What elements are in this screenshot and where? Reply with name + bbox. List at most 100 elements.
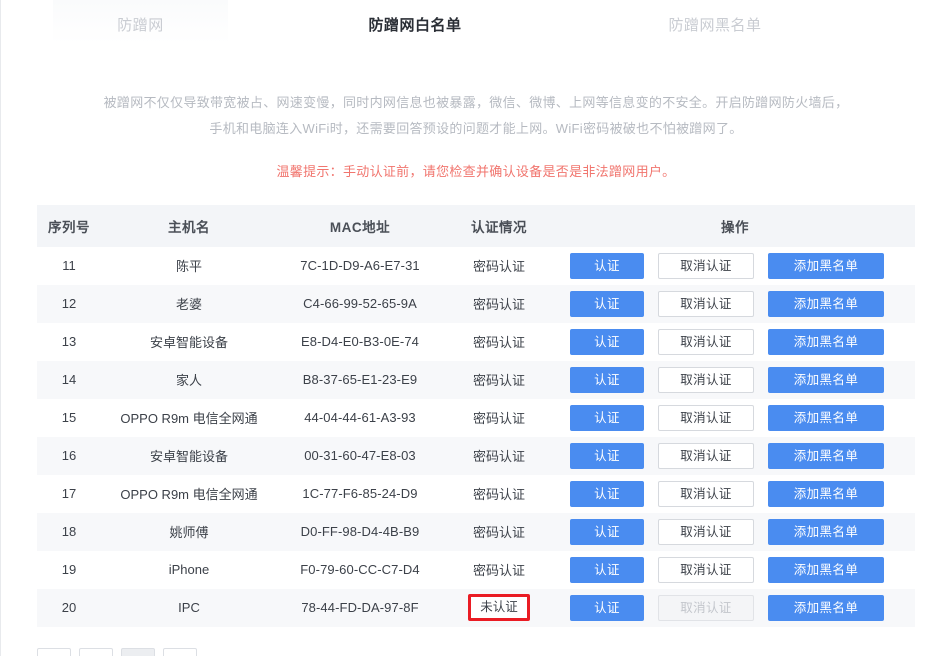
cell-index: 13 xyxy=(37,322,101,361)
table-row: 12 老婆 C4-66-99-52-65-9A 密码认证 认证 取消认证 添加黑名单 xyxy=(37,284,915,323)
table-row: 14 家人 B8-37-65-E1-23-E9 密码认证 认证 取消认证 添加黑名单 xyxy=(37,360,915,399)
tab-blacklist[interactable]: 防蹭网黑名单 xyxy=(615,0,815,33)
cell-mac-address: E8-D4-E0-B3-0E-74 xyxy=(277,322,443,361)
cell-index: 14 xyxy=(37,360,101,399)
tab-label: 防蹭网黑名单 xyxy=(668,17,762,34)
cell-auth-status: 密码认证 xyxy=(443,550,555,589)
cell-hostname: IPC xyxy=(101,588,277,627)
cell-auth-status: 密码认证 xyxy=(443,512,555,551)
operation-buttons: 认证 取消认证 添加黑名单 xyxy=(556,252,914,279)
authenticate-button[interactable]: 认证 xyxy=(570,594,644,621)
cancel-authentication-button[interactable]: 取消认证 xyxy=(658,518,754,545)
pagination-page-2[interactable] xyxy=(121,648,155,656)
add-to-blacklist-button[interactable]: 添加黑名单 xyxy=(768,290,884,317)
cell-operations: 认证 取消认证 添加黑名单 xyxy=(555,284,915,323)
cancel-authentication-button[interactable]: 取消认证 xyxy=(658,252,754,279)
cell-index: 11 xyxy=(37,246,101,285)
cell-hostname: 安卓智能设备 xyxy=(101,436,277,475)
add-to-blacklist-button[interactable]: 添加黑名单 xyxy=(768,518,884,545)
cell-hostname: 姚师傅 xyxy=(101,512,277,551)
cancel-authentication-button[interactable]: 取消认证 xyxy=(658,442,754,469)
authenticate-button[interactable]: 认证 xyxy=(570,442,644,469)
cell-operations: 认证 取消认证 添加黑名单 xyxy=(555,474,915,513)
cancel-authentication-button[interactable]: 取消认证 xyxy=(658,366,754,393)
cell-operations: 认证 取消认证 添加黑名单 xyxy=(555,360,915,399)
tab-bar: 防蹭网 防蹭网白名单 防蹭网黑名单 xyxy=(1,0,951,52)
table-header-row: 序列号 主机名 MAC地址 认证情况 操作 xyxy=(37,204,915,247)
authenticate-button[interactable]: 认证 xyxy=(570,290,644,317)
column-header-mac: MAC地址 xyxy=(277,204,443,247)
pagination-prev[interactable] xyxy=(37,648,71,656)
tab-anti-freeloading[interactable]: 防蹭网 xyxy=(53,0,228,44)
pagination-page-1[interactable] xyxy=(79,648,113,656)
pagination[interactable] xyxy=(37,648,197,656)
add-to-blacklist-button[interactable]: 添加黑名单 xyxy=(768,594,884,621)
add-to-blacklist-button[interactable]: 添加黑名单 xyxy=(768,442,884,469)
cancel-authentication-button[interactable]: 取消认证 xyxy=(658,556,754,583)
status-badge-unauthenticated: 未认证 xyxy=(468,594,530,622)
cancel-authentication-button[interactable]: 取消认证 xyxy=(658,404,754,431)
intro-section: 被蹭网不仅仅导致带宽被占、网速变慢，同时内网信息也被暴露，微信、微博、上网等信息… xyxy=(1,90,951,183)
operation-buttons: 认证 取消认证 添加黑名单 xyxy=(556,594,914,621)
add-to-blacklist-button[interactable]: 添加黑名单 xyxy=(768,366,884,393)
device-table: 序列号 主机名 MAC地址 认证情况 操作 11 陈平 7C-1D-D9-A6-E7… xyxy=(37,204,915,627)
add-to-blacklist-button[interactable]: 添加黑名单 xyxy=(768,252,884,279)
add-to-blacklist-button[interactable]: 添加黑名单 xyxy=(768,328,884,355)
cell-auth-status: 密码认证 xyxy=(443,284,555,323)
table-row: 17 OPPO R9m 电信全网通 1C-77-F6-85-24-D9 密码认证 认证取… xyxy=(37,474,915,513)
cancel-authentication-button[interactable]: 取消认证 xyxy=(658,480,754,507)
cell-mac-address: 44-04-44-61-A3-93 xyxy=(277,398,443,437)
tab-label: 防蹭网白名单 xyxy=(368,17,462,34)
operation-buttons: 认证 取消认证 添加黑名单 xyxy=(556,366,914,393)
cell-hostname: 家人 xyxy=(101,360,277,399)
column-header-auth: 认证情况 xyxy=(443,204,555,247)
cell-hostname: OPPO R9m 电信全网通 xyxy=(101,398,277,437)
authenticate-button[interactable]: 认证 xyxy=(570,366,644,393)
authenticate-button[interactable]: 认证 xyxy=(570,556,644,583)
table-row: 16 安卓智能设备 00-31-60-47-E8-03 密码认证 认证 取消认证 添加黑名单 xyxy=(37,436,915,475)
add-to-blacklist-button[interactable]: 添加黑名单 xyxy=(768,556,884,583)
authenticate-button[interactable]: 认证 xyxy=(570,328,644,355)
tab-whitelist[interactable]: 防蹭网白名单 xyxy=(320,0,510,33)
table-row: 15 OPPO R9m 电信全网通 44-04-44-61-A3-93 密码认证 认证取… xyxy=(37,398,915,437)
cancel-authentication-button[interactable]: 取消认证 xyxy=(658,328,754,355)
cell-mac-address: C4-66-99-52-65-9A xyxy=(277,284,443,323)
cell-hostname: 老婆 xyxy=(101,284,277,323)
operation-buttons: 认证 取消认证 添加黑名单 xyxy=(556,404,914,431)
table-row: 13 安卓智能设备 E8-D4-E0-B3-0E-74 密码认证 认证 取消认证 添加黑名单 xyxy=(37,322,915,361)
intro-line-2: 手机和电脑连入WiFi时，还需要回答预设的问题才能上网。WiFi密码被破也不怕被… xyxy=(209,121,743,136)
authenticate-button[interactable]: 认证 xyxy=(570,252,644,279)
cell-operations: 认证 取消认证 添加黑名单 xyxy=(555,436,915,475)
cell-auth-status: 密码认证 xyxy=(443,322,555,361)
table-row: 19 iPhone F0-79-60-CC-C7-D4 密码认证 认证 取消认证 添加黑名单 xyxy=(37,550,915,589)
add-to-blacklist-button[interactable]: 添加黑名单 xyxy=(768,404,884,431)
cell-mac-address: 78-44-FD-DA-97-8F xyxy=(277,588,443,627)
cell-mac-address: F0-79-60-CC-C7-D4 xyxy=(277,550,443,589)
authenticate-button[interactable]: 认证 xyxy=(570,480,644,507)
pagination-next[interactable] xyxy=(163,648,197,656)
cell-index: 17 xyxy=(37,474,101,513)
cell-index: 20 xyxy=(37,588,101,627)
cell-index: 15 xyxy=(37,398,101,437)
cell-operations: 认证 取消认证 添加黑名单 xyxy=(555,398,915,437)
cell-mac-address: 7C-1D-D9-A6-E7-31 xyxy=(277,246,443,285)
table-row: 11 陈平 7C-1D-D9-A6-E7-31 密码认证 认证 取消认证 添加黑名单 xyxy=(37,246,915,285)
add-to-blacklist-button[interactable]: 添加黑名单 xyxy=(768,480,884,507)
cell-mac-address: D0-FF-98-D4-4B-B9 xyxy=(277,512,443,551)
cell-auth-status: 密码认证 xyxy=(443,246,555,285)
authenticate-button[interactable]: 认证 xyxy=(570,518,644,545)
operation-buttons: 认证 取消认证 添加黑名单 xyxy=(556,290,914,317)
authenticate-button[interactable]: 认证 xyxy=(570,404,644,431)
cell-hostname: iPhone xyxy=(101,550,277,589)
table-row: 20 IPC 78-44-FD-DA-97-8F 未认证 认证 取消认证 添加黑名单 xyxy=(37,588,915,627)
cell-mac-address: 1C-77-F6-85-24-D9 xyxy=(277,474,443,513)
cell-operations: 认证 取消认证 添加黑名单 xyxy=(555,588,915,627)
cell-mac-address: B8-37-65-E1-23-E9 xyxy=(277,360,443,399)
operation-buttons: 认证 取消认证 添加黑名单 xyxy=(556,480,914,507)
cell-index: 12 xyxy=(37,284,101,323)
cell-operations: 认证 取消认证 添加黑名单 xyxy=(555,512,915,551)
page-root: 防蹭网 防蹭网白名单 防蹭网黑名单 被蹭网不仅仅导致带宽被占、网速变慢，同时内网… xyxy=(0,0,951,656)
cell-auth-status: 密码认证 xyxy=(443,474,555,513)
cancel-authentication-button[interactable]: 取消认证 xyxy=(658,290,754,317)
device-table-container: 序列号 主机名 MAC地址 认证情况 操作 11 陈平 7C-1D-D9-A6-E7… xyxy=(37,204,915,627)
